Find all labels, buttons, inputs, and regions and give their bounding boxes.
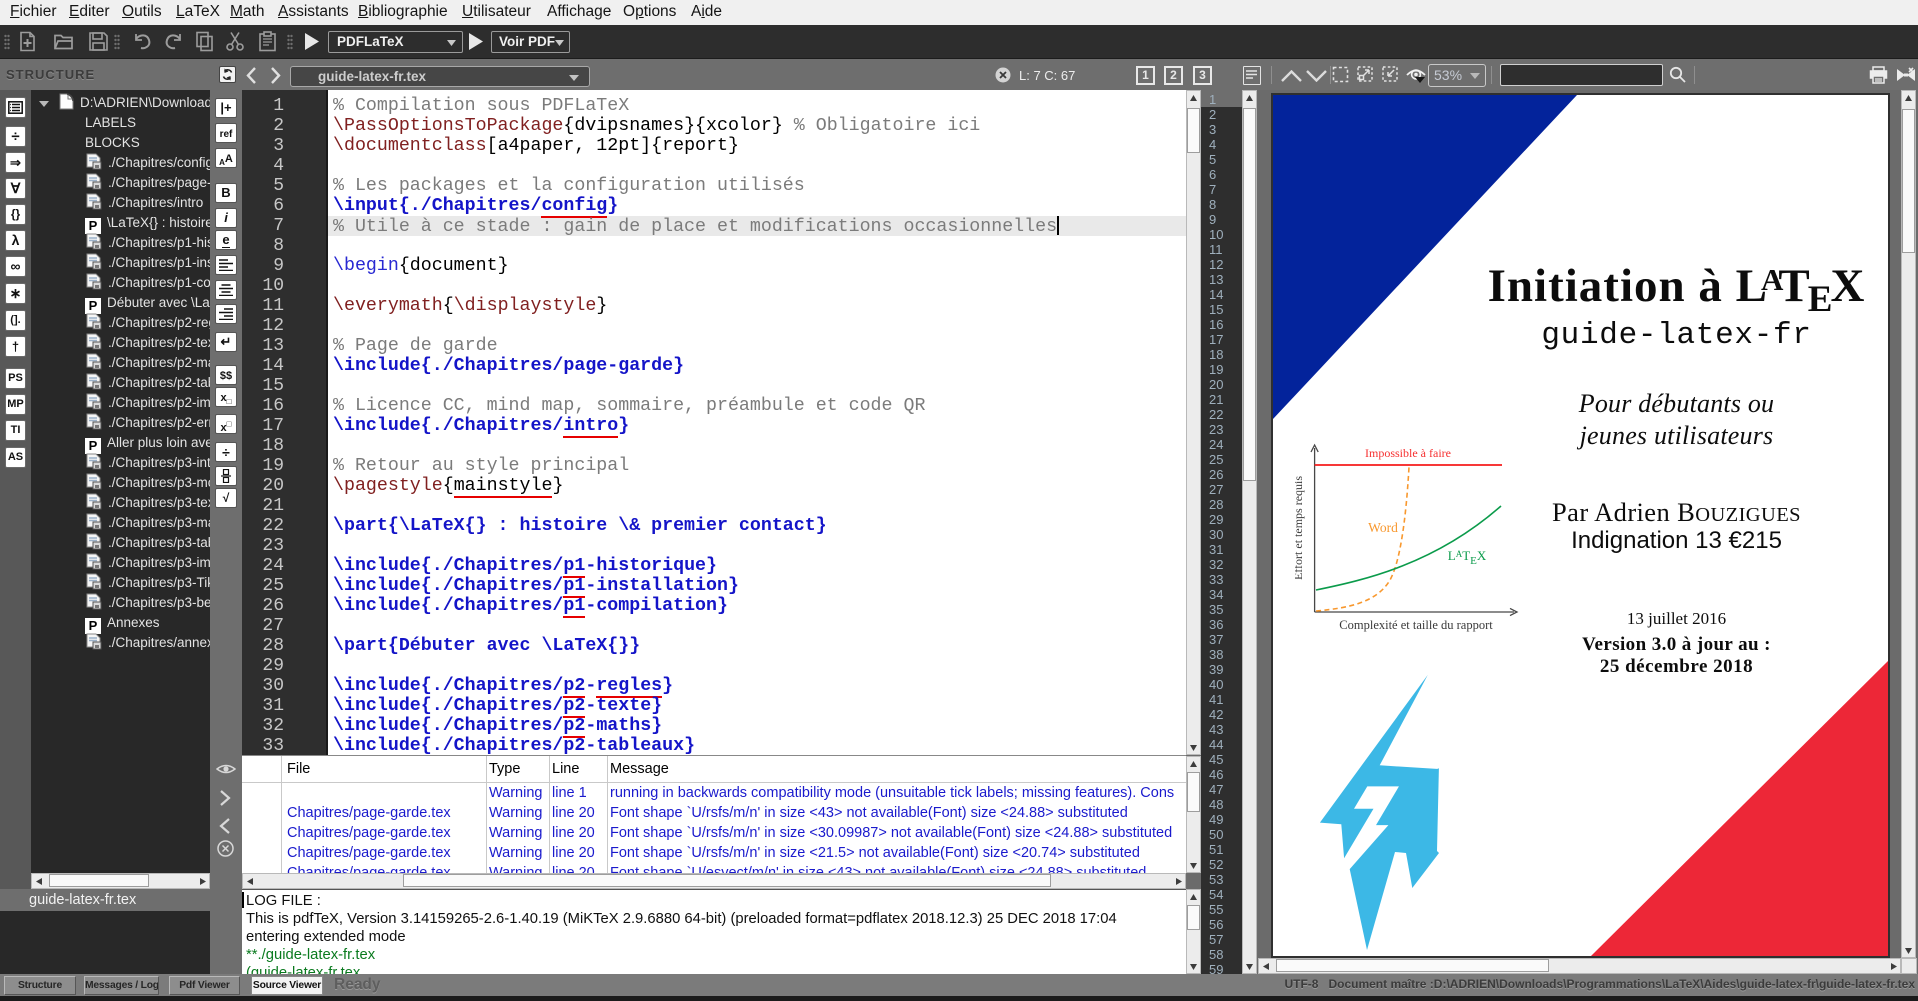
svg-text:Word: Word — [1368, 520, 1398, 535]
svg-text:Complexité et taille du rappor: Complexité et taille du rapport — [1339, 618, 1493, 632]
svg-text:Impossible à faire: Impossible à faire — [1365, 446, 1451, 460]
svg-text:Effort et temps requis: Effort et temps requis — [1295, 476, 1305, 580]
svg-text:LATEX: LATEX — [1448, 548, 1487, 567]
